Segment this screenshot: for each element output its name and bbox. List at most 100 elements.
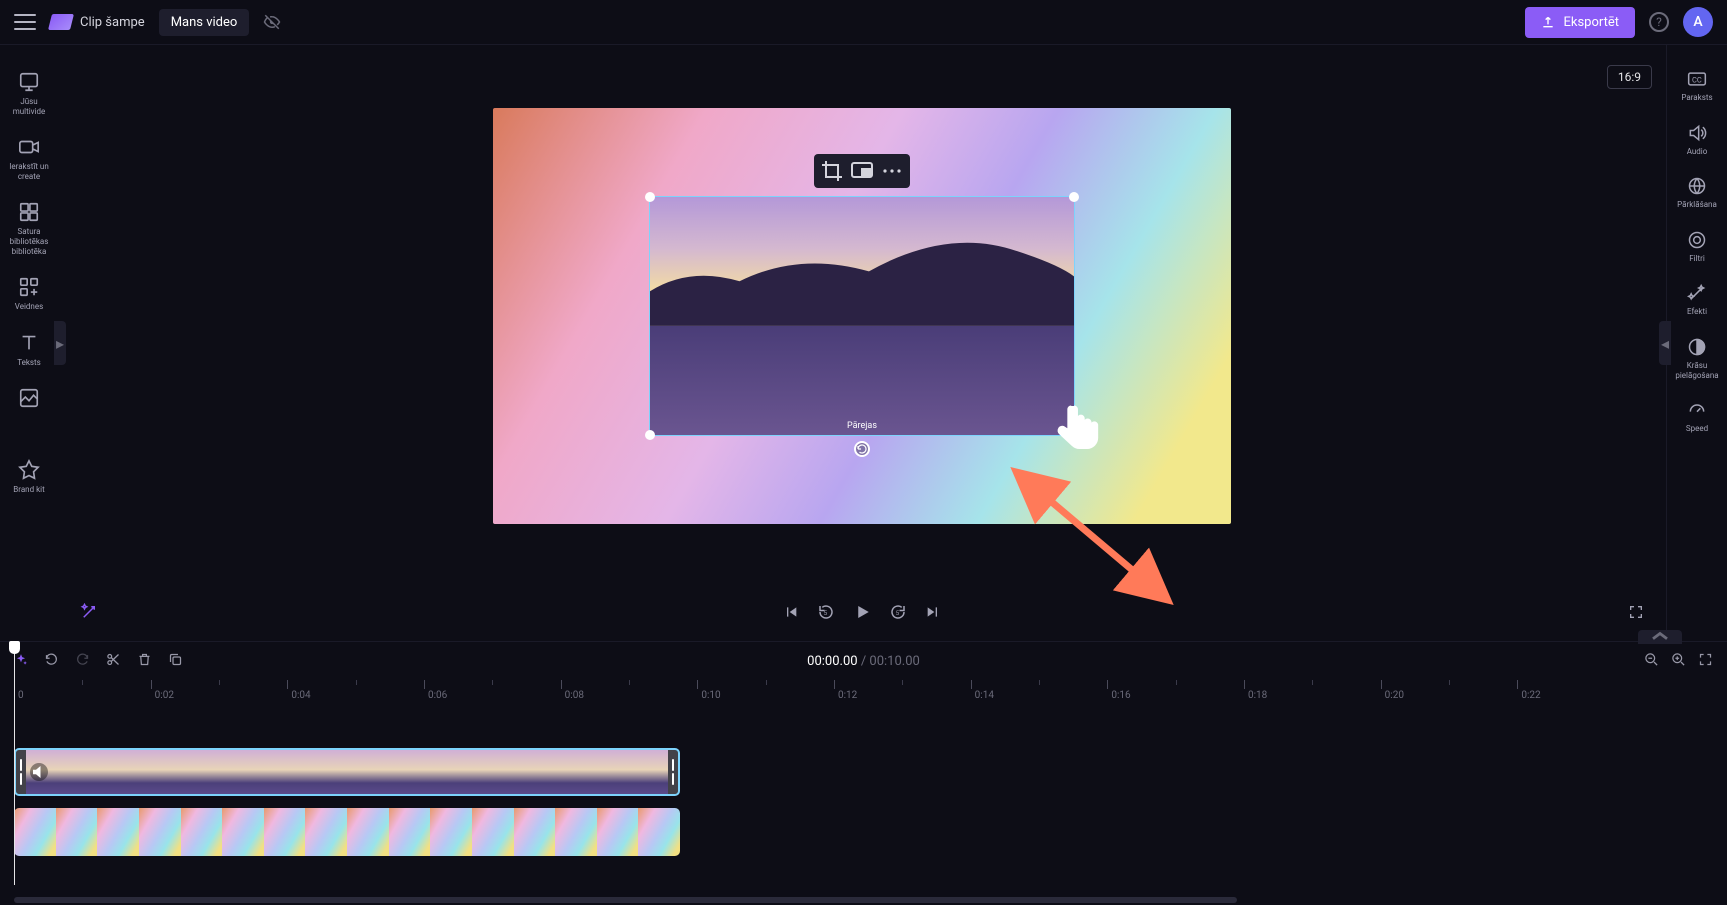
visibility-off-icon[interactable] (263, 13, 281, 31)
svg-text:5: 5 (824, 610, 828, 617)
rotate-handle[interactable] (854, 441, 870, 457)
user-avatar[interactable]: A (1683, 7, 1713, 37)
playhead-handle[interactable] (9, 641, 20, 654)
panel-item-filters[interactable]: Filtri (1667, 220, 1727, 274)
resize-handle-br[interactable] (1069, 430, 1079, 440)
ruler-tick-label: 0:10 (701, 690, 720, 701)
auto-compose-icon[interactable] (14, 652, 28, 671)
sidebar-item-label: Brand kit (13, 485, 44, 495)
sparkle-icon (1687, 283, 1707, 303)
timeline-expand-tab[interactable] (1638, 630, 1682, 644)
panel-item-label: Krāsu pielāgošana (1671, 361, 1723, 380)
sidebar-item-text[interactable]: Teksts (0, 322, 58, 378)
panel-item-label: Speed (1686, 424, 1708, 434)
panel-item-label: Paraksts (1681, 93, 1712, 103)
sidebar-item-library[interactable]: Satura bibliotēkas bibliotēka (0, 191, 58, 266)
speaker-icon (1687, 123, 1707, 143)
cc-icon: CC (1687, 69, 1707, 89)
panel-item-label: Filtri (1689, 254, 1705, 264)
header-right: Eksportēt ? A (1525, 7, 1713, 38)
help-icon[interactable]: ? (1649, 12, 1669, 32)
scrollbar-thumb[interactable] (14, 897, 1237, 903)
forward-5-icon[interactable]: 5 (889, 603, 907, 625)
sidebar-item-templates[interactable]: Veidnes (0, 266, 58, 322)
menu-button[interactable] (14, 11, 36, 33)
ruler-tick-label: 0 (18, 690, 24, 701)
svg-text:5: 5 (896, 610, 900, 617)
folder-icon (18, 71, 40, 93)
delete-trash-icon[interactable] (137, 652, 152, 671)
magic-wand-icon[interactable] (80, 603, 98, 625)
video-stage[interactable]: Pārejas (493, 108, 1231, 524)
video-track-1[interactable] (14, 748, 1713, 796)
clip-audio-icon[interactable] (30, 763, 48, 781)
timeline-scrollbar[interactable] (14, 897, 1713, 905)
main-area: Jūsu multivide Ierakstīt un create Satur… (0, 45, 1727, 641)
ruler-tick-label: 0:18 (1248, 690, 1267, 701)
templates-icon (18, 276, 40, 298)
timeline-ruler[interactable]: 00:020:040:060:080:100:120:140:160:180:2… (14, 680, 1713, 706)
clip-floating-toolbar (814, 154, 910, 188)
sidebar-item-brandkit[interactable]: Brand kit (0, 449, 58, 505)
svg-text:CC: CC (1692, 75, 1702, 84)
left-sidebar: Jūsu multivide Ierakstīt un create Satur… (0, 45, 58, 641)
clipchamp-logo-icon (48, 14, 74, 30)
filters-icon (1687, 230, 1707, 250)
globe-icon (1687, 176, 1707, 196)
play-button[interactable] (853, 603, 871, 625)
selected-clip-frame[interactable]: Pārejas (649, 196, 1075, 436)
skip-start-icon[interactable] (783, 604, 799, 624)
video-clip-selected[interactable] (14, 748, 680, 796)
undo-icon[interactable] (44, 652, 59, 671)
ruler-tick-label: 0:16 (1111, 690, 1130, 701)
redo-icon[interactable] (75, 652, 90, 671)
panel-item-captions[interactable]: CC Paraksts (1667, 59, 1727, 113)
right-sidebar-collapse-toggle[interactable]: ◂ (1659, 321, 1671, 365)
app-logo[interactable]: Clip šampe (50, 14, 145, 30)
resize-handle-tl[interactable] (645, 192, 655, 202)
panel-item-audio[interactable]: Audio (1667, 113, 1727, 167)
zoom-out-icon[interactable] (1644, 652, 1659, 671)
resize-handle-tr[interactable] (1069, 192, 1079, 202)
ruler-tick-label: 0:20 (1385, 690, 1404, 701)
sidebar-item-graphics[interactable] (0, 377, 58, 423)
playhead[interactable] (14, 643, 15, 885)
sidebar-item-media[interactable]: Jūsu multivide (0, 61, 58, 126)
background-clip[interactable] (14, 808, 680, 856)
panel-item-speed[interactable]: Speed (1667, 390, 1727, 444)
more-options-button[interactable] (878, 159, 906, 183)
project-name-field[interactable]: Mans video (159, 9, 250, 36)
skip-end-icon[interactable] (925, 604, 941, 624)
duplicate-icon[interactable] (168, 652, 183, 671)
right-sidebar: CC Paraksts Audio Pārklāšana Filtri Efek… (1667, 45, 1727, 641)
timecode-display: 00:00.00 / 00:10.00 (807, 654, 920, 669)
resize-handle-bl[interactable] (645, 430, 655, 440)
panel-item-label: Pārklāšana (1677, 200, 1717, 210)
ruler-tick-label: 0:08 (565, 690, 584, 701)
clip-trim-left[interactable] (16, 750, 26, 794)
preview-wrap: 16:9 (58, 45, 1666, 587)
rewind-5-icon[interactable]: 5 (817, 603, 835, 625)
panel-item-effects[interactable]: Efekti (1667, 273, 1727, 327)
sidebar-item-record[interactable]: Ierakstīt un create (0, 126, 58, 191)
sidebar-item-label: Ierakstīt un create (4, 162, 54, 181)
ruler-tick-label: 0:02 (155, 690, 174, 701)
current-time: 00:00.00 (807, 654, 857, 669)
crop-button[interactable] (818, 159, 846, 183)
pip-button[interactable] (848, 159, 876, 183)
clip-trim-right[interactable] (668, 750, 678, 794)
video-track-2[interactable] (14, 808, 1713, 856)
fullscreen-icon[interactable] (1628, 604, 1644, 624)
panel-item-color[interactable]: Krāsu pielāgošana (1667, 327, 1727, 390)
ruler-tick-label: 0:04 (291, 690, 310, 701)
clip-thumbnails (26, 750, 668, 794)
zoom-in-icon[interactable] (1671, 652, 1686, 671)
export-button[interactable]: Eksportēt (1525, 7, 1635, 38)
zoom-fit-icon[interactable] (1698, 652, 1713, 671)
sidebar-item-label: Satura bibliotēkas bibliotēka (4, 227, 54, 256)
split-scissors-icon[interactable] (106, 652, 121, 671)
ruler-tick-label: 0:12 (838, 690, 857, 701)
aspect-ratio-chip[interactable]: 16:9 (1607, 65, 1652, 89)
panel-item-fade[interactable]: Pārklāšana (1667, 166, 1727, 220)
ruler-tick-label: 0:14 (975, 690, 994, 701)
